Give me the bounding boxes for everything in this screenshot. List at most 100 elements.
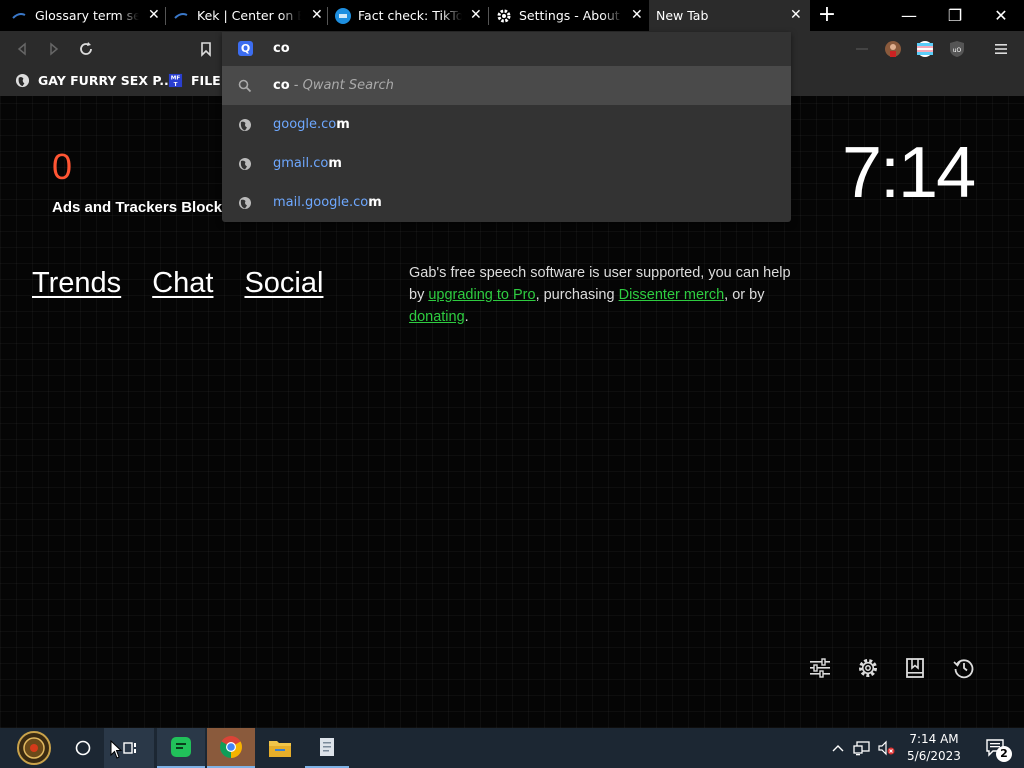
omnibox-dropdown: Q co co - Qwant Search google.com gmail.… xyxy=(222,32,791,222)
address-input[interactable]: co xyxy=(273,41,290,56)
suggestion-url[interactable]: mail.google.com xyxy=(222,183,791,222)
avatar-icon xyxy=(885,41,901,57)
history-button[interactable] xyxy=(952,656,976,680)
ublock-shield-icon[interactable]: uO xyxy=(947,39,967,59)
extension-flag-icon[interactable] xyxy=(915,39,935,59)
suggestion-engine: - Qwant Search xyxy=(289,78,394,93)
gear-icon xyxy=(497,9,511,23)
bookmark-item[interactable]: MF T FILE xyxy=(168,73,221,88)
donate-link[interactable]: donating xyxy=(409,309,465,325)
tab-title: Glossary term search xyxy=(35,8,139,23)
tab-close-button[interactable]: ✕ xyxy=(631,7,643,23)
tab-glossary[interactable]: Glossary term search ✕ xyxy=(0,0,165,31)
tab-title: New Tab xyxy=(656,8,709,23)
upgrade-pro-link[interactable]: upgrading to Pro xyxy=(428,287,535,303)
suggestion-match: mail.google.co xyxy=(273,195,369,210)
bookmark-page-button[interactable] xyxy=(196,39,216,59)
globe-icon xyxy=(239,118,251,131)
suggestion-text: mail.google.com xyxy=(273,195,382,210)
blocked-count: 0 xyxy=(52,146,73,187)
bookmarks-button[interactable] xyxy=(903,656,927,680)
task-view-icon xyxy=(123,742,136,754)
reload-icon xyxy=(80,42,92,55)
suggestion-query: co xyxy=(273,78,290,93)
forward-button[interactable] xyxy=(44,39,64,59)
back-button[interactable] xyxy=(12,39,32,59)
taskbar-app-file-explorer[interactable] xyxy=(257,728,303,768)
forward-arrow-icon xyxy=(50,42,59,56)
search-button[interactable] xyxy=(64,728,102,768)
tab-kek[interactable]: Kek | Center on Extremism ✕ xyxy=(165,0,327,31)
page-clock: 7:14 xyxy=(842,133,976,213)
tab-settings[interactable]: Settings - About Dissenter ✕ xyxy=(488,0,649,31)
suggestion-search[interactable]: co - Qwant Search xyxy=(222,66,791,105)
social-link[interactable]: Social xyxy=(244,267,323,300)
minimize-button[interactable]: — xyxy=(886,0,932,31)
taskbar-app-browser[interactable] xyxy=(207,728,255,768)
suggestion-rest: m xyxy=(368,195,382,210)
support-text: , or by xyxy=(724,287,765,303)
trends-link[interactable]: Trends xyxy=(32,267,121,300)
tab-close-button[interactable]: ✕ xyxy=(790,7,802,23)
gear-icon xyxy=(859,659,877,677)
taskbar: 7:14 AM 5/6/2023 2 xyxy=(0,728,1024,768)
mouse-cursor-icon xyxy=(110,740,122,759)
menu-button[interactable] xyxy=(991,39,1011,59)
search-icon xyxy=(238,79,252,92)
reload-button[interactable] xyxy=(76,39,96,59)
tab-title: Kek | Center on Extremism xyxy=(197,8,301,23)
tab-favicon-icon xyxy=(335,8,351,24)
support-note: Gab's free speech software is user suppo… xyxy=(409,262,804,328)
suggestion-match: google.co xyxy=(273,117,337,132)
tab-close-button[interactable]: ✕ xyxy=(470,7,482,23)
suggestion-text: gmail.com xyxy=(273,156,342,171)
tray-clock[interactable]: 7:14 AM 5/6/2023 xyxy=(898,731,970,765)
task-view-button[interactable] xyxy=(104,728,154,768)
merch-link[interactable]: Dissenter merch xyxy=(619,287,725,303)
file-icon: MFT xyxy=(168,73,183,88)
bookmark-label: GAY FURRY SEX P... xyxy=(38,73,174,88)
suggestion-url[interactable]: google.com xyxy=(222,105,791,144)
folder-icon xyxy=(269,741,291,757)
profile-avatar[interactable] xyxy=(883,39,903,59)
suggestion-url[interactable]: gmail.com xyxy=(222,144,791,183)
customize-button[interactable] xyxy=(808,656,832,680)
tray-overflow-button[interactable] xyxy=(828,728,848,768)
maximize-button[interactable]: ❐ xyxy=(932,0,978,31)
new-tab-button[interactable]: + xyxy=(814,3,840,29)
support-text: . xyxy=(464,309,469,325)
blocked-label: Ads and Trackers Blocked xyxy=(52,199,240,216)
bookmark-item[interactable]: GAY FURRY SEX P... xyxy=(15,73,173,88)
tray-time: 7:14 AM xyxy=(909,732,959,746)
extension-dash-icon[interactable] xyxy=(852,39,872,59)
cortana-circle-icon xyxy=(75,740,91,756)
network-icon xyxy=(853,741,870,756)
chrome-icon xyxy=(220,736,242,758)
network-button[interactable] xyxy=(850,728,874,768)
tab-new-tab[interactable]: New Tab ✕ xyxy=(649,0,810,31)
tab-fact-check[interactable]: Fact check: TikTok ✕ xyxy=(327,0,488,31)
tab-close-button[interactable]: ✕ xyxy=(311,7,323,23)
svg-text:T: T xyxy=(174,82,178,88)
chat-link[interactable]: Chat xyxy=(152,267,213,300)
close-window-button[interactable]: ✕ xyxy=(978,0,1024,31)
address-bar[interactable]: Q co xyxy=(222,32,791,66)
start-button[interactable] xyxy=(8,728,60,768)
tab-strip: Glossary term search ✕ Kek | Center on E… xyxy=(0,0,1024,31)
globe-icon xyxy=(239,157,251,170)
suggestion-match: gmail.co xyxy=(273,156,329,171)
action-center-button[interactable]: 2 xyxy=(978,728,1014,768)
tab-close-button[interactable]: ✕ xyxy=(148,7,160,23)
tab-title: Fact check: TikTok xyxy=(358,8,462,23)
taskbar-app-messages[interactable] xyxy=(157,728,205,768)
sliders-icon xyxy=(810,658,830,678)
chevron-up-icon xyxy=(832,745,844,752)
taskbar-app-notepad[interactable] xyxy=(305,728,349,768)
globe-icon xyxy=(239,196,251,209)
back-arrow-icon xyxy=(17,42,26,56)
suggestion-rest: m xyxy=(328,156,342,171)
settings-button[interactable] xyxy=(856,656,880,680)
suggestion-rest: m xyxy=(336,117,350,132)
tray-date: 5/6/2023 xyxy=(907,749,961,763)
volume-button[interactable] xyxy=(874,728,898,768)
